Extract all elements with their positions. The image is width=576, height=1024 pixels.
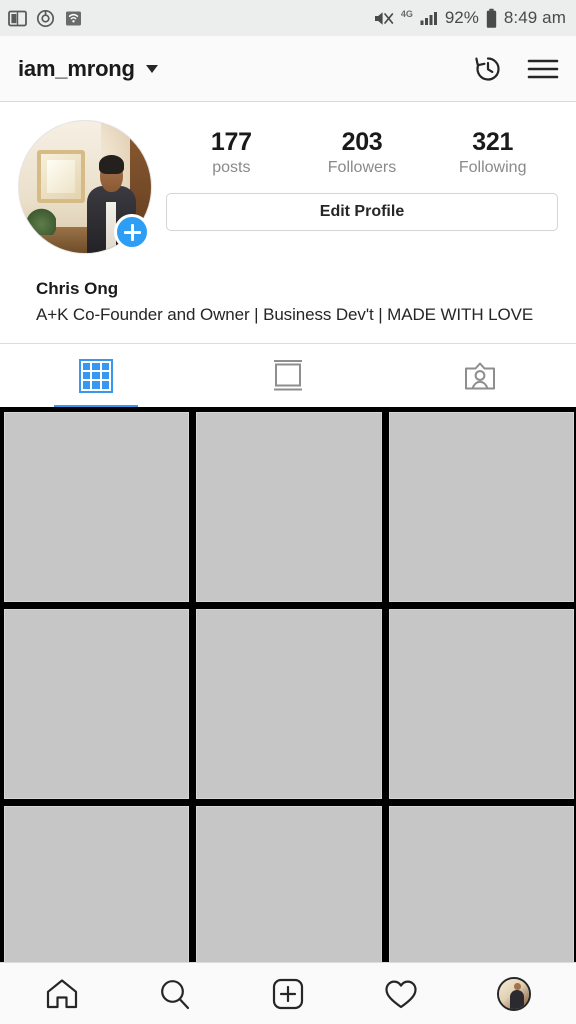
nav-activity[interactable]: [362, 967, 440, 1021]
tab-active-underline: [53, 405, 139, 407]
grid-cell[interactable]: [196, 806, 382, 962]
grid-cell[interactable]: [388, 806, 574, 962]
stats-row: 177 posts 203 Followers 321 Following: [166, 128, 558, 179]
status-bar-right-icons: 4G 92% 8:49 am: [373, 8, 566, 29]
book-reader-icon: [8, 10, 27, 26]
tab-grid[interactable]: [0, 344, 192, 407]
mute-icon: [374, 11, 394, 25]
stat-posts[interactable]: 177 posts: [166, 128, 297, 179]
display-name: Chris Ong: [36, 279, 119, 298]
tab-tagged[interactable]: [384, 344, 576, 407]
grid-icon: [79, 358, 113, 393]
instagram-profile-screen: 4G 92% 8:49 am iam_mrong 177 posts 203 F…: [0, 0, 576, 1024]
network-type-label: 4G: [400, 8, 413, 19]
stat-following[interactable]: 321 Following: [427, 128, 558, 179]
profile-top-row: 177 posts 203 Followers 321 Following Ed…: [18, 120, 558, 254]
hamburger-menu-icon[interactable]: [526, 54, 560, 84]
nav-home[interactable]: [23, 967, 101, 1021]
plus-square-icon: [272, 978, 304, 1009]
profile-tabs: [0, 343, 576, 407]
grid-cell[interactable]: [4, 609, 190, 799]
search-icon: [161, 979, 190, 1009]
list-view-icon: [274, 359, 302, 390]
profile-bio-block: Chris Ong A+K Co-Founder and Owner | Bus…: [18, 254, 558, 343]
grid-cell[interactable]: [196, 412, 382, 602]
chevron-down-icon: [145, 64, 158, 73]
heart-icon: [385, 980, 417, 1008]
nav-profile[interactable]: [475, 967, 553, 1021]
grid-cell[interactable]: [388, 609, 574, 799]
app-header: iam_mrong: [0, 36, 576, 102]
grid-cell[interactable]: [196, 609, 382, 799]
posts-count: 177: [210, 128, 252, 156]
profile-section: 177 posts 203 Followers 321 Following Ed…: [0, 102, 576, 343]
following-label: Following: [458, 158, 527, 176]
stat-followers[interactable]: 203 Followers: [297, 128, 428, 179]
edit-profile-button[interactable]: Edit Profile: [166, 193, 558, 232]
profile-stats-column: 177 posts 203 Followers 321 Following Ed…: [152, 120, 558, 232]
nav-add-post[interactable]: [249, 967, 327, 1021]
wifi-box-icon: [66, 11, 81, 25]
bio-text: A+K Co-Founder and Owner | Business Dev'…: [36, 304, 534, 324]
posts-label: posts: [212, 158, 251, 176]
header-username: iam_mrong: [18, 55, 135, 81]
profile-avatar-icon: [496, 976, 531, 1011]
status-bar-left-icons: [8, 9, 83, 28]
tagged-person-icon: [465, 362, 495, 389]
grid-cell[interactable]: [4, 412, 190, 602]
battery-percent-label: 92%: [444, 8, 479, 27]
header-actions: [470, 51, 560, 87]
record-circle-icon: [36, 9, 55, 27]
home-icon: [47, 978, 78, 1008]
followers-count: 203: [341, 128, 383, 156]
nav-search[interactable]: [136, 967, 214, 1021]
followers-label: Followers: [327, 158, 397, 176]
grid-cell[interactable]: [4, 806, 190, 962]
following-count: 321: [472, 128, 514, 156]
signal-bars-icon: [420, 11, 437, 25]
battery-icon: [486, 8, 497, 28]
clock-label: 8:49 am: [503, 8, 566, 27]
status-bar: 4G 92% 8:49 am: [0, 0, 576, 36]
add-story-plus-button[interactable]: [114, 214, 150, 250]
grid-cell[interactable]: [388, 412, 574, 602]
archive-history-icon[interactable]: [470, 51, 506, 87]
tab-list[interactable]: [192, 344, 384, 407]
profile-avatar-wrapper[interactable]: [18, 120, 152, 254]
bottom-navigation: [0, 962, 576, 1024]
photo-grid: [0, 407, 576, 962]
username-switcher[interactable]: iam_mrong: [18, 56, 158, 82]
